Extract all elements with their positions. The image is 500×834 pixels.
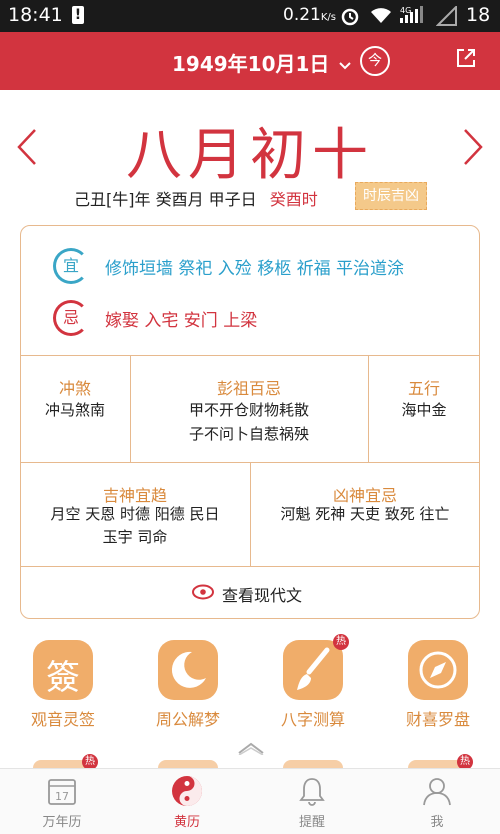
- lunar-date-title: 八月初十: [126, 123, 374, 188]
- brush-icon: [297, 647, 330, 690]
- divider: [20, 355, 480, 356]
- guanyin-label: 观音灵签: [30, 710, 95, 729]
- calendar-icon: 17: [48, 779, 76, 805]
- pengzu-title: 彭祖百忌: [216, 379, 281, 398]
- today-button[interactable]: 今: [360, 46, 390, 76]
- no-sim-icon: [436, 6, 457, 26]
- shichen-button[interactable]: 时辰吉凶: [355, 182, 427, 210]
- guanyin-tile[interactable]: 簽: [33, 640, 93, 700]
- pengzu-line1: 甲不开仓财物耗散: [188, 401, 309, 419]
- status-time: 18:41: [8, 4, 63, 26]
- chevron-down-icon: [339, 62, 352, 70]
- yinyang-icon: [172, 776, 202, 806]
- tab-reminder-label: 提醒: [298, 815, 325, 830]
- jishen-line2: 玉宇 司命: [102, 528, 168, 546]
- compass-icon: [419, 651, 457, 689]
- guanyin-glyph: 簽: [46, 658, 80, 698]
- ganzhi-line: 己丑[牛]年 癸酉月 甲子日 癸酉时: [74, 186, 318, 210]
- alert-icon: !: [72, 6, 84, 24]
- eye-icon: [192, 584, 214, 600]
- bell-icon: [299, 778, 325, 806]
- calendar-day: 17: [55, 790, 69, 803]
- zhougong-label: 周公解梦: [155, 710, 220, 729]
- wifi-icon: [371, 8, 391, 23]
- moon-icon: [171, 651, 206, 688]
- net-speed: 0.21K/s: [283, 5, 336, 25]
- pengzu-line2: 子不问卜自惹祸殃: [188, 425, 309, 443]
- ganzhi-text: 己丑[牛]年 癸酉月 甲子日: [74, 190, 257, 209]
- yi-badge: 宜: [53, 248, 89, 284]
- tab-calendar-label: 万年历: [42, 815, 82, 830]
- tab-me[interactable]: 我: [397, 772, 477, 832]
- prev-day-arrow[interactable]: [16, 128, 38, 166]
- date-picker[interactable]: 1949年10月1日: [172, 48, 352, 77]
- wuxing-title: 五行: [407, 379, 440, 398]
- expand-up-icon[interactable]: [237, 741, 265, 755]
- ganzhi-hour: 癸酉时: [269, 190, 318, 209]
- hot-badge: 热: [333, 634, 349, 650]
- user-icon: [423, 778, 451, 806]
- next-day-arrow[interactable]: [462, 128, 484, 166]
- net-speed-unit: K/s: [320, 12, 336, 23]
- share-icon[interactable]: [455, 47, 477, 69]
- xiongshen-value: 河魁 死神 天吏 致死 往亡: [280, 505, 450, 523]
- app-header: 1949年10月1日: [0, 32, 500, 90]
- signal-icon: 4G: [400, 6, 423, 23]
- zhougong-tile[interactable]: [158, 640, 218, 700]
- caixi-tile[interactable]: [408, 640, 468, 700]
- ji-badge: 忌: [53, 300, 89, 336]
- yi-activities: 修饰垣墙 祭祀 入殓 移柩 祈福 平治道涂: [105, 259, 405, 279]
- bazi-tile[interactable]: [283, 640, 343, 700]
- ji-activities: 嫁娶 入宅 安门 上梁: [105, 311, 258, 331]
- chongsha-title: 冲煞: [58, 379, 91, 398]
- tab-reminder[interactable]: 提醒: [272, 772, 352, 832]
- tab-almanac[interactable]: 黄历: [147, 772, 227, 832]
- divider: [20, 566, 480, 567]
- wuxing-value: 海中金: [401, 401, 447, 419]
- date-label: 1949年10月1日: [172, 52, 330, 76]
- chongsha-value: 冲马煞南: [44, 401, 105, 419]
- tab-calendar[interactable]: 17 万年历: [22, 772, 102, 832]
- status-bar: 18:41 ! 0.21K/s 4G 18: [0, 0, 500, 32]
- caixi-label: 财喜罗盘: [405, 710, 470, 729]
- tab-me-label: 我: [430, 815, 444, 830]
- view-modern-text-label: 查看现代文: [222, 586, 303, 605]
- battery-level: 18: [466, 4, 491, 26]
- svg-text:4G: 4G: [400, 6, 411, 15]
- view-modern-text-link[interactable]: 查看现代文: [192, 580, 332, 605]
- net-speed-value: 0.21: [283, 5, 321, 25]
- jishen-line1: 月空 天恩 时德 阳德 民日: [50, 505, 220, 523]
- tab-almanac-label: 黄历: [173, 815, 200, 830]
- bazi-label: 八字测算: [280, 710, 345, 729]
- alarm-icon: [341, 8, 359, 26]
